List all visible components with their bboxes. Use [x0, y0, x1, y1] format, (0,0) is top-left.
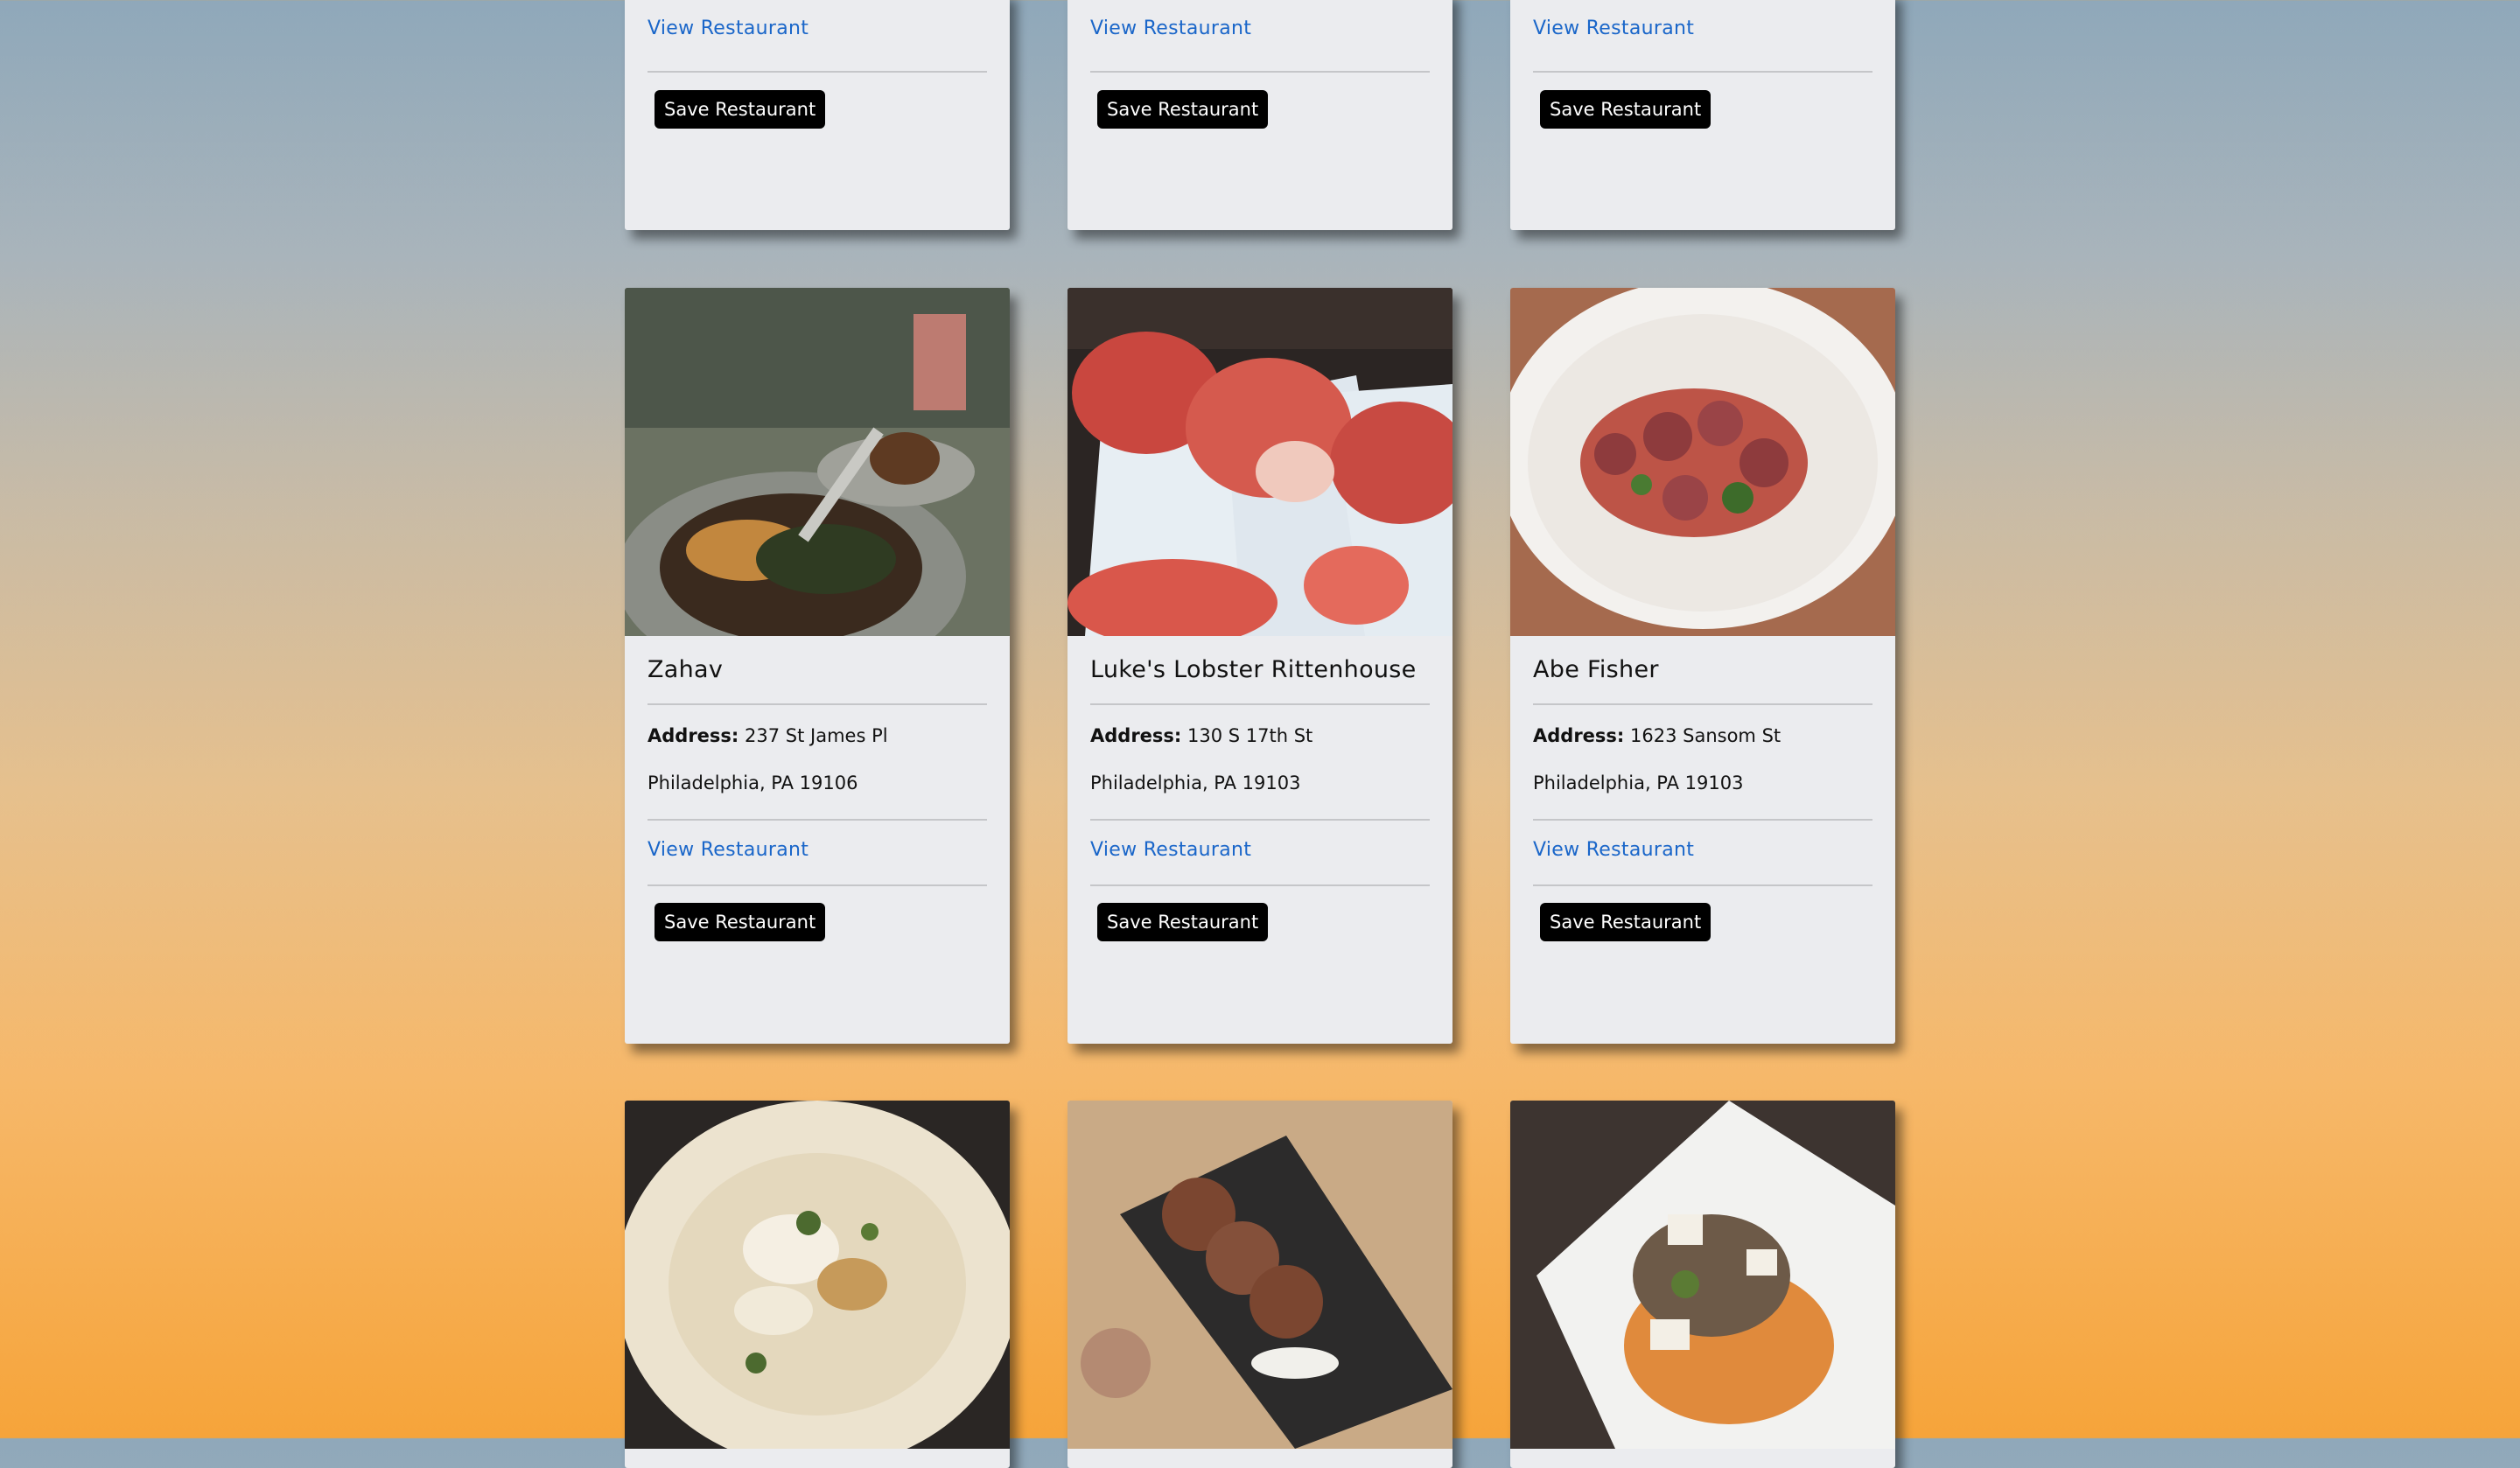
- restaurant-card: [1510, 1101, 1895, 1468]
- divider: [648, 819, 987, 821]
- divider: [1090, 884, 1430, 886]
- restaurant-photo[interactable]: [625, 288, 1010, 636]
- divider: [648, 703, 987, 705]
- view-restaurant-link[interactable]: View Restaurant: [1090, 839, 1251, 861]
- restaurant-address: Address: 1623 Sansom St: [1533, 725, 1781, 746]
- restaurant-address: Address: 130 S 17th St: [1090, 725, 1312, 746]
- address-label: Address:: [1533, 725, 1625, 746]
- food-photo: [1068, 1101, 1452, 1449]
- divider: [648, 71, 987, 73]
- divider: [1533, 71, 1872, 73]
- restaurant-card: [625, 1101, 1010, 1468]
- restaurant-name: Abe Fisher: [1533, 656, 1659, 683]
- view-restaurant-link[interactable]: View Restaurant: [648, 17, 808, 39]
- restaurant-card: [1068, 1101, 1452, 1468]
- save-restaurant-button[interactable]: Save Restaurant: [654, 903, 826, 941]
- view-restaurant-link[interactable]: View Restaurant: [648, 839, 808, 861]
- address-street: 130 S 17th St: [1187, 725, 1313, 746]
- restaurant-photo[interactable]: [1068, 1101, 1452, 1449]
- restaurant-name: Zahav: [648, 656, 724, 683]
- food-photo: [1068, 288, 1452, 636]
- food-photo: [625, 1101, 1010, 1449]
- restaurant-card-lukes-lobster: Luke's Lobster Rittenhouse Address: 130 …: [1068, 288, 1452, 1044]
- address-label: Address:: [1090, 725, 1182, 746]
- save-restaurant-button[interactable]: Save Restaurant: [1097, 903, 1269, 941]
- save-restaurant-button[interactable]: Save Restaurant: [654, 90, 826, 129]
- divider: [1533, 703, 1872, 705]
- address-street: 237 St James Pl: [745, 725, 888, 746]
- food-photo: [1510, 1101, 1895, 1449]
- view-restaurant-link[interactable]: View Restaurant: [1090, 17, 1251, 39]
- restaurant-card: View Restaurant Save Restaurant: [625, 0, 1010, 230]
- view-restaurant-link[interactable]: View Restaurant: [1533, 17, 1694, 39]
- restaurant-name: Luke's Lobster Rittenhouse: [1090, 656, 1417, 683]
- restaurant-card: View Restaurant Save Restaurant: [1068, 0, 1452, 230]
- restaurant-photo[interactable]: [625, 1101, 1010, 1449]
- restaurant-card-zahav: Zahav Address: 237 St James Pl Philadelp…: [625, 288, 1010, 1044]
- view-restaurant-link[interactable]: View Restaurant: [1533, 839, 1694, 861]
- address-label: Address:: [648, 725, 739, 746]
- divider: [648, 884, 987, 886]
- divider: [1090, 71, 1430, 73]
- address-city: Philadelphia, PA 19103: [1533, 772, 1744, 793]
- address-street: 1623 Sansom St: [1630, 725, 1782, 746]
- divider: [1090, 819, 1430, 821]
- restaurant-card: View Restaurant Save Restaurant: [1510, 0, 1895, 230]
- divider: [1533, 819, 1872, 821]
- save-restaurant-button[interactable]: Save Restaurant: [1097, 90, 1269, 129]
- restaurant-photo[interactable]: [1068, 288, 1452, 636]
- food-photo: [1510, 288, 1895, 636]
- divider: [1090, 703, 1430, 705]
- restaurant-photo[interactable]: [1510, 1101, 1895, 1449]
- save-restaurant-button[interactable]: Save Restaurant: [1540, 90, 1712, 129]
- address-city: Philadelphia, PA 19106: [648, 772, 858, 793]
- restaurant-photo[interactable]: [1510, 288, 1895, 636]
- restaurant-card-abe-fisher: Abe Fisher Address: 1623 Sansom St Phila…: [1510, 288, 1895, 1044]
- restaurant-address: Address: 237 St James Pl: [648, 725, 888, 746]
- save-restaurant-button[interactable]: Save Restaurant: [1540, 903, 1712, 941]
- divider: [1533, 884, 1872, 886]
- address-city: Philadelphia, PA 19103: [1090, 772, 1301, 793]
- food-photo: [625, 288, 1010, 636]
